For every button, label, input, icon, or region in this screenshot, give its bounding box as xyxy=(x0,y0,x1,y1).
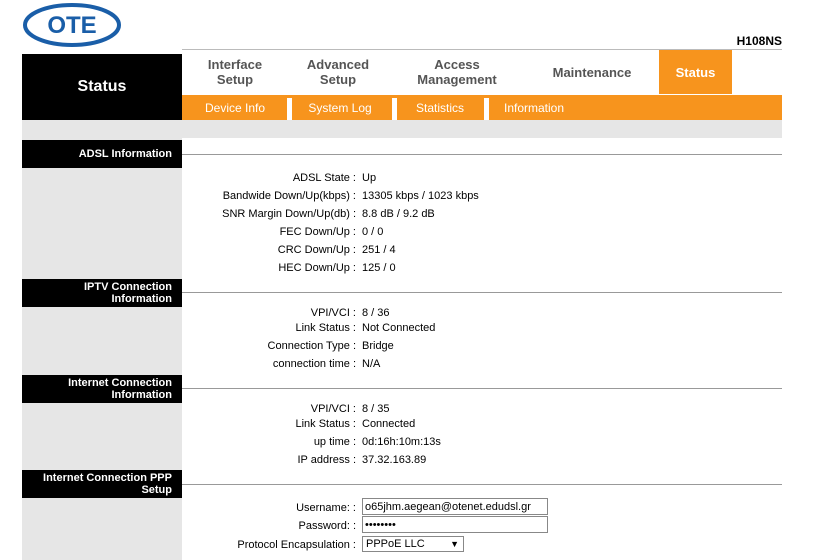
subtab-information[interactable]: Information xyxy=(489,95,579,120)
tab-status[interactable]: Status xyxy=(659,50,732,94)
tab-maintenance[interactable]: Maintenance xyxy=(540,50,644,94)
section-title: Status xyxy=(22,54,182,120)
internet-link-status-row: Link Status : Connected xyxy=(295,418,416,430)
adsl-fec-row: FEC Down/Up :0 / 0 xyxy=(279,226,384,238)
adsl-section-header: ADSL Information xyxy=(22,140,182,168)
adsl-state-row: ADSL State : Up xyxy=(292,172,377,184)
chevron-down-icon: ▼ xyxy=(450,539,459,549)
adsl-hec-row: HEC Down/Up :125 / 0 xyxy=(278,262,396,274)
section-rule xyxy=(182,388,782,389)
ote-logo: OTE xyxy=(22,2,122,48)
iptv-connection-time-row: connection time : N/A xyxy=(272,358,381,370)
logo-text: OTE xyxy=(47,12,96,39)
internet-section-header: Internet Connection Information xyxy=(22,375,182,403)
adsl-bandwidth-row: Bandwide Down/Up(kbps) :13305 kbps / 102… xyxy=(222,190,479,202)
password-input[interactable] xyxy=(362,516,548,533)
internet-uptime-row: up time :0d:16h:10m:13s xyxy=(313,436,441,448)
tab-interface-setup[interactable]: Interface Setup xyxy=(190,50,280,94)
tab-access-management[interactable]: Access Management xyxy=(404,50,510,94)
model-name: H108NS xyxy=(736,34,782,48)
iptv-link-status-row: Link Status : Not Connected xyxy=(295,322,436,334)
ppp-section-header: Internet Connection PPP Setup xyxy=(22,470,182,498)
section-rule xyxy=(182,484,782,485)
tab-advanced-setup[interactable]: Advanced Setup xyxy=(292,50,384,94)
iptv-connection-type-row: Connection Type : Bridge xyxy=(267,340,394,352)
subtab-statistics[interactable]: Statistics xyxy=(397,95,483,120)
subtab-device-info[interactable]: Device Info xyxy=(190,95,280,120)
subtab-system-log[interactable]: System Log xyxy=(292,95,388,120)
adsl-crc-row: CRC Down/Up :251 / 4 xyxy=(277,244,396,256)
adsl-snr-row: SNR Margin Down/Up(db) :8.8 dB / 9.2 dB xyxy=(222,208,435,220)
username-input[interactable] xyxy=(362,498,548,515)
ppp-password-row: Password: : xyxy=(182,516,782,536)
gray-strip xyxy=(22,120,782,138)
protocol-encapsulation-select[interactable]: PPPoE LLC ▼ xyxy=(362,536,464,552)
iptv-section-header: IPTV Connection Information xyxy=(22,279,182,307)
section-rule xyxy=(182,292,782,293)
internet-ip-row: IP address :37.32.163.89 xyxy=(297,454,427,466)
section-rule xyxy=(182,154,782,155)
ppp-encapsulation-row: Protocol Encapsulation : PPPoE LLC ▼ xyxy=(182,536,782,555)
